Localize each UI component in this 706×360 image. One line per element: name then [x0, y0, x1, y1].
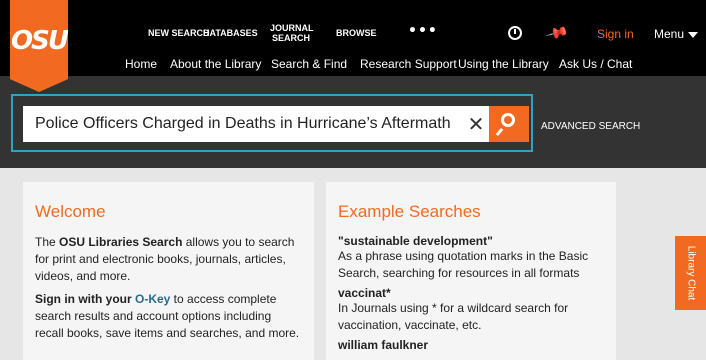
search-history-icon[interactable]: [508, 26, 522, 40]
example-term[interactable]: william faulkner: [338, 338, 604, 352]
nav-journal-search-line1: JOURNAL: [270, 23, 314, 33]
pin-icon[interactable]: 📌: [545, 21, 570, 46]
nav-new-search[interactable]: NEW SEARCH: [148, 28, 210, 38]
nav-journal-search-line2: SEARCH: [271, 33, 310, 43]
library-chat-tab[interactable]: Library Chat: [675, 236, 706, 310]
nav-journal-search[interactable]: JOURNAL SEARCH: [270, 23, 314, 43]
example-term[interactable]: vaccinat*: [338, 286, 604, 300]
menu-label: Menu: [654, 27, 685, 41]
advanced-search-link[interactable]: ADVANCED SEARCH: [541, 121, 640, 132]
sign-in-link[interactable]: Sign in: [597, 27, 634, 41]
top-navigation-bar: OSU NEW SEARCH DATABASES JOURNAL SEARCH …: [0, 0, 706, 92]
example-searches-card: Example Searches "sustainable developmen…: [326, 182, 616, 360]
welcome-intro-prefix: The: [35, 235, 60, 249]
osu-logo[interactable]: OSU: [10, 0, 68, 92]
welcome-intro-bold: OSU Libraries Search: [59, 235, 183, 249]
search-input[interactable]: Police Officers Charged in Deaths in Hur…: [23, 106, 489, 142]
caret-down-icon: [688, 31, 699, 38]
example-searches-title: Example Searches: [338, 202, 481, 221]
nav-search-find[interactable]: Search & Find: [271, 57, 347, 71]
search-icon-handle: [495, 127, 504, 137]
search-icon: [501, 113, 515, 127]
nav-research-support[interactable]: Research Support: [360, 57, 457, 71]
example-term[interactable]: "sustainable development": [338, 234, 604, 248]
nav-home[interactable]: Home: [125, 57, 157, 71]
okey-link[interactable]: O-Key: [135, 292, 170, 306]
welcome-signin-text: Sign in with your O-Key to access comple…: [35, 291, 302, 342]
example-desc: As a phrase using quotation marks in the…: [338, 249, 589, 280]
nav-about-library[interactable]: About the Library: [170, 57, 261, 71]
logo-text: OSU: [11, 26, 68, 56]
secondary-nav: Home About the Library Search & Find Res…: [0, 56, 706, 76]
welcome-intro: The OSU Libraries Search allows you to s…: [35, 234, 302, 285]
clear-icon[interactable]: ✕: [463, 106, 489, 142]
nav-ask-us-chat[interactable]: Ask Us / Chat: [559, 57, 632, 71]
search-button[interactable]: [489, 106, 529, 142]
more-options-icon[interactable]: •••: [408, 23, 438, 39]
nav-databases[interactable]: DATABASES: [203, 28, 258, 38]
nav-using-library[interactable]: Using the Library: [458, 57, 549, 71]
nav-browse[interactable]: BROWSE: [336, 28, 377, 38]
menu-button[interactable]: Menu: [654, 27, 699, 41]
welcome-card: Welcome The OSU Libraries Search allows …: [23, 182, 314, 360]
search-band: Police Officers Charged in Deaths in Hur…: [0, 76, 706, 168]
welcome-title: Welcome: [35, 202, 106, 221]
search-box-frame: Police Officers Charged in Deaths in Hur…: [11, 94, 533, 152]
welcome-signin-bold: Sign in with your: [35, 292, 135, 306]
library-chat-label: Library Chat: [685, 245, 696, 301]
primary-nav: NEW SEARCH DATABASES JOURNAL SEARCH BROW…: [0, 0, 706, 56]
example-desc: In Journals using * for a wildcard searc…: [338, 301, 569, 332]
